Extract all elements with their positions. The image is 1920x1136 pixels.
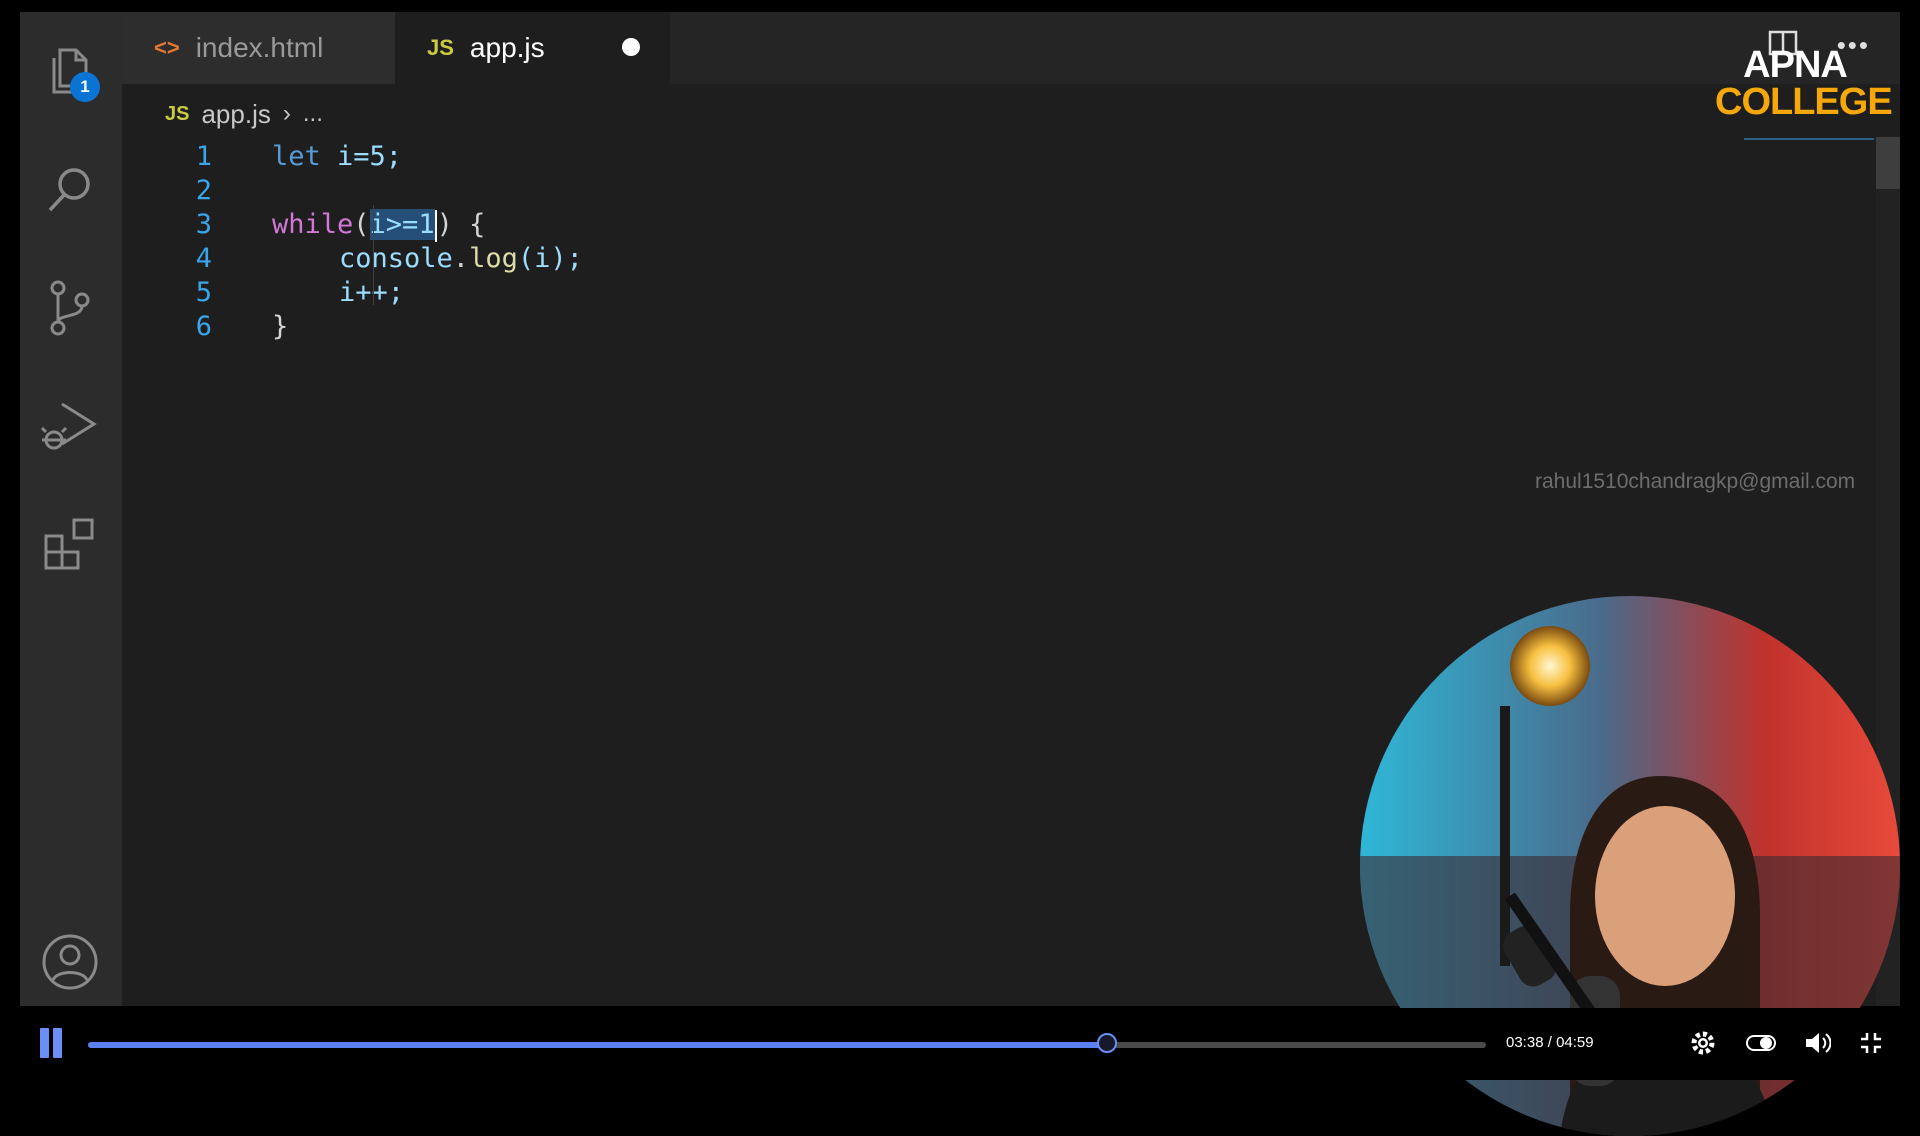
breadcrumb-ellipsis[interactable]: ... (303, 100, 323, 128)
line-number: 6 (195, 311, 212, 342)
duration: 04:59 (1556, 1034, 1594, 1051)
apna-college-logo: APNA COLLEGE (1715, 44, 1893, 123)
scrollbar-thumb[interactable] (1876, 137, 1900, 189)
tab-bar: <> index.html JS app.js ••• (122, 12, 1900, 84)
extensions-icon[interactable] (38, 512, 102, 576)
tab-app-js[interactable]: JS app.js (395, 12, 670, 84)
account-icon[interactable] (38, 930, 102, 994)
breadcrumb: JS app.js › ... (165, 94, 323, 134)
chevron-right-icon: › (282, 100, 291, 127)
explorer-badge: 1 (70, 72, 100, 102)
indent-guide (373, 205, 374, 305)
html-file-icon: <> (154, 35, 180, 60)
time-display: 03:38 / 04:59 (1506, 1034, 1594, 1051)
source-control-icon[interactable] (38, 276, 102, 340)
minimap[interactable] (1744, 138, 1874, 140)
tab-label: index.html (195, 32, 324, 63)
video-player-controls: 03:38 / 04:59 (0, 1008, 1920, 1080)
js-file-icon: JS (427, 35, 454, 60)
progress-bar[interactable] (88, 1033, 1486, 1053)
breadcrumb-file[interactable]: app.js (201, 99, 270, 130)
activity-bar: 1 (20, 12, 122, 1006)
tab-index-html[interactable]: <> index.html (122, 12, 395, 84)
js-file-icon: JS (165, 102, 190, 125)
exit-fullscreen-icon[interactable] (1856, 1028, 1886, 1058)
settings-gear-icon[interactable] (1688, 1028, 1718, 1058)
unsaved-dot-icon[interactable] (622, 38, 640, 56)
code-line: 6 } (122, 307, 1900, 347)
pause-icon[interactable] (40, 1028, 66, 1058)
email-watermark: rahul1510chandragkp@gmail.com (1535, 470, 1856, 493)
scrubber-handle[interactable] (1097, 1033, 1118, 1053)
current-time: 03:38 (1506, 1034, 1544, 1051)
run-debug-icon[interactable] (38, 394, 102, 458)
search-icon[interactable] (38, 158, 102, 222)
picture-in-picture-icon[interactable] (1746, 1028, 1776, 1058)
text-selection: i>=1 (369, 209, 435, 240)
files-icon[interactable]: 1 (38, 40, 102, 104)
progress-played (88, 1042, 1108, 1048)
volume-icon[interactable] (1802, 1028, 1832, 1058)
tab-label: app.js (469, 32, 545, 63)
